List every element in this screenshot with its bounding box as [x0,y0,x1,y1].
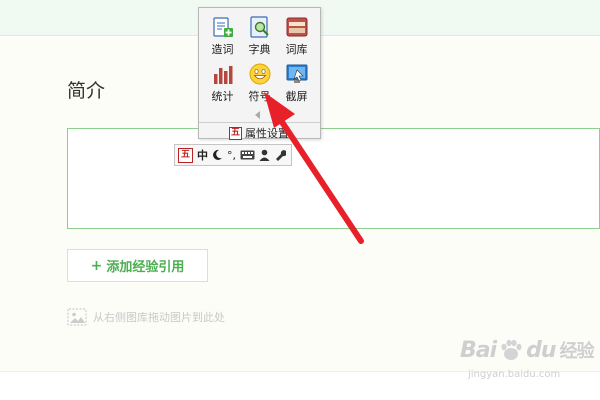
baidu-watermark: Bai du 经验 jingyan.baidu.com [460,337,595,387]
ime-statistics-button[interactable]: 统计 [204,62,241,104]
ime-create-word-button[interactable]: 造词 [204,15,241,57]
punctuation-toggle[interactable]: °, [227,147,236,163]
ime-item-label: 词库 [285,43,308,56]
wrench-icon[interactable] [274,147,286,163]
ime-dictionary-button[interactable]: 字典 [241,15,278,57]
ime-logo-icon: 五 [229,126,242,140]
ime-mode-toggle[interactable]: 中 [197,147,208,163]
ime-item-label: 符号 [248,90,271,103]
ime-settings-button[interactable]: 五 属性设置 [229,125,289,141]
plus-icon: + [90,257,103,274]
ime-word-library-button[interactable]: 词库 [278,15,315,57]
ime-logo-button[interactable]: 五 [178,147,193,163]
add-reference-label: 添加经验引用 [106,260,185,275]
ime-item-label: 字典 [248,43,271,56]
word-library-icon [285,15,309,39]
section-title: 简介 [67,80,106,102]
create-word-icon [211,15,235,39]
keyboard-icon[interactable] [240,147,255,163]
watermark-brand: Bai [460,337,497,363]
dictionary-icon [248,15,272,39]
watermark-cn: 经验 [559,341,595,362]
watermark-brand-tail: du [526,337,556,363]
ime-item-label: 造词 [211,43,234,56]
page-prev-arrow[interactable] [255,111,260,119]
ime-item-label: 统计 [211,90,234,103]
image-icon [67,308,87,326]
screenshot-icon [285,62,309,86]
drag-image-hint: 从右侧图库拖动图片到此处 [67,308,225,326]
panel-divider [199,122,320,123]
user-icon[interactable] [259,147,270,163]
intro-editor[interactable] [67,128,600,229]
ime-status-toolbar: 五 中 °, [174,144,292,166]
smiley-symbol-icon [248,62,272,86]
add-reference-button[interactable]: + 添加经验引用 [67,249,208,282]
watermark-url: jingyan.baidu.com [468,369,561,380]
paw-icon [498,337,524,363]
drag-hint-text: 从右侧图库拖动图片到此处 [93,311,225,324]
ime-symbol-button[interactable]: 符号 [241,62,278,104]
statistics-icon [211,62,235,86]
ime-tool-panel: 造词 字典 词库 统计 符号 截屏 五 属性设置 [198,7,321,141]
moon-icon[interactable] [212,147,223,163]
ime-settings-label: 属性设置 [245,127,289,140]
ime-screenshot-button[interactable]: 截屏 [278,62,315,104]
ime-item-label: 截屏 [285,90,308,103]
